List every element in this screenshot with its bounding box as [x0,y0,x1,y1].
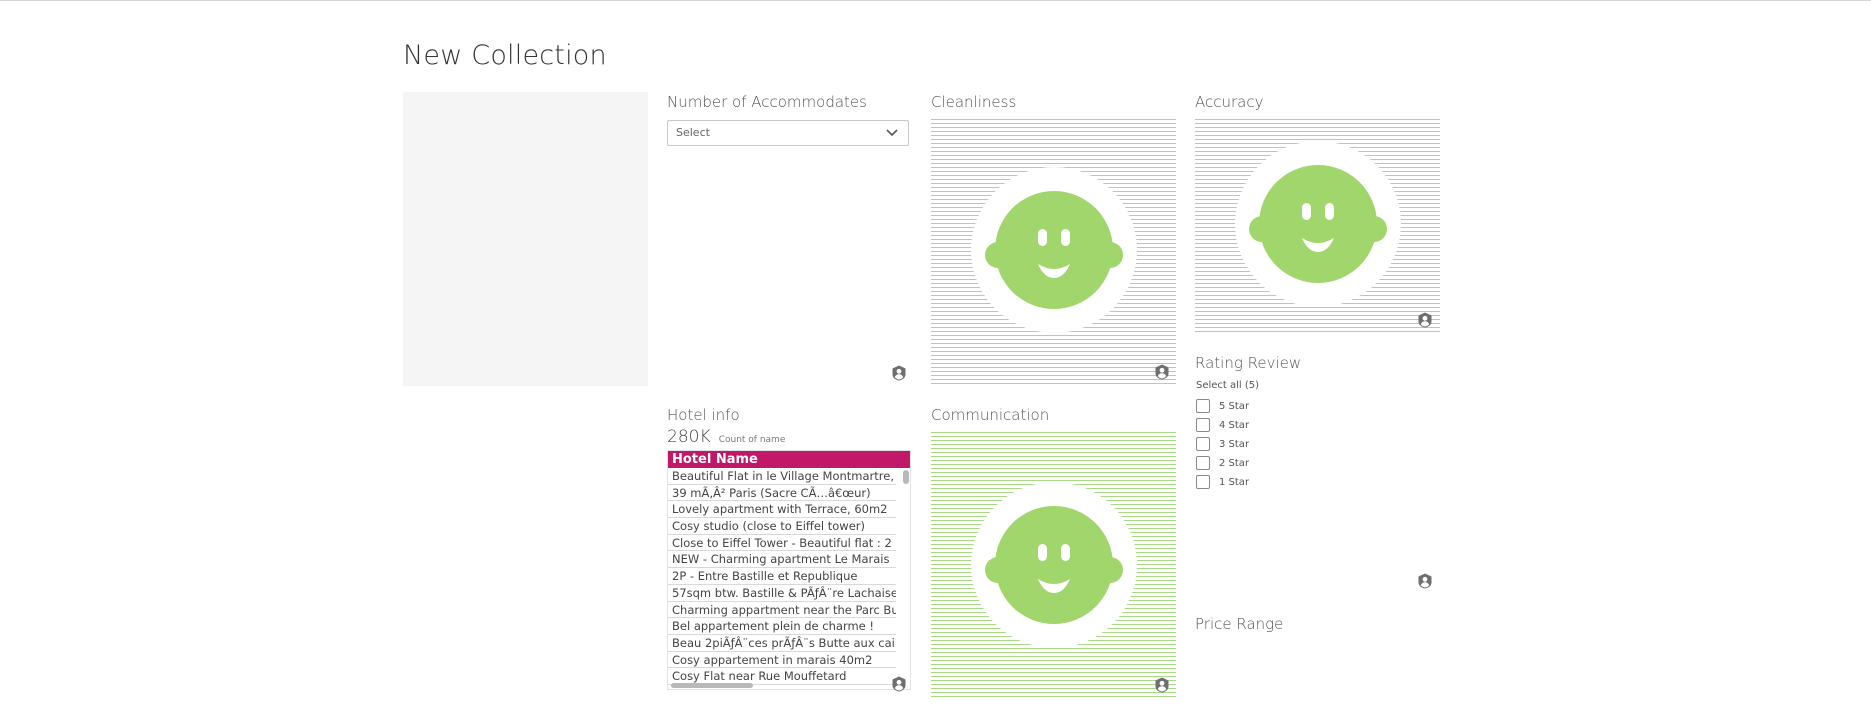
horizontal-scrollbar[interactable] [671,683,753,688]
rating-option-5-star[interactable]: 5 Star [1196,398,1249,414]
cleanliness-title: Cleanliness [931,93,1017,111]
user-shield-icon[interactable] [1417,312,1433,328]
vertical-scrollbar[interactable] [903,470,909,484]
cleanliness-tile: Cleanliness [931,93,1176,385]
table-row[interactable]: Beau 2piÃƒÂ¨ces prÃƒÂ¨s Butte aux caille… [668,635,896,652]
hotel-name-table: Hotel Name Beautiful Flat in le Village … [667,450,911,690]
hotel-count-kpi: 280K Count of name [667,427,785,447]
hotel-info-tile: Hotel info 280K Count of name Hotel Name… [667,406,913,696]
rating-option-label: 2 Star [1219,457,1250,469]
checkbox[interactable] [1196,456,1210,470]
communication-title: Communication [931,406,1050,424]
accommodates-select[interactable]: Select [667,120,909,146]
table-header-hotel-name[interactable]: Hotel Name [668,451,910,468]
table-row[interactable]: Bel appartement plein de charme ! [668,618,896,635]
hotel-info-title: Hotel info [667,406,740,424]
table-row[interactable]: 2P - Entre Bastille et Republique [668,568,896,585]
table-body: Beautiful Flat in le Village Montmartre,… [668,468,910,685]
table-row[interactable]: Cosy studio (close to Eiffel tower) [668,518,896,535]
empty-placeholder-panel [403,92,648,386]
user-shield-icon[interactable] [1154,364,1170,380]
accuracy-title: Accuracy [1195,93,1264,111]
table-row[interactable]: Lovely apartment with Terrace, 60m2 [668,501,896,519]
price-range-title: Price Range [1195,615,1284,633]
table-row[interactable]: Close to Eiffel Tower - Beautiful flat :… [668,535,896,552]
accommodates-tile: Number of Accommodates Select [667,93,913,385]
user-shield-icon[interactable] [891,676,907,692]
kpi-value: 280K [667,427,711,447]
checkbox[interactable] [1196,437,1210,451]
user-shield-icon[interactable] [891,365,907,381]
rating-review-title: Rating Review [1195,354,1302,372]
rating-option-2-star[interactable]: 2 Star [1196,455,1249,471]
rating-option-label: 4 Star [1219,419,1250,431]
page-title: New Collection [403,40,607,71]
select-all-option[interactable]: Select all (5) [1196,380,1259,391]
smiley-face-icon [1235,141,1401,307]
rating-option-label: 3 Star [1219,438,1250,450]
chevron-down-icon [886,129,898,137]
table-row[interactable]: Charming appartment near the Parc Buttes [668,602,896,619]
select-value: Select [676,126,710,139]
smiley-face-icon [971,482,1137,648]
rating-option-4-star[interactable]: 4 Star [1196,417,1249,433]
checkbox[interactable] [1196,399,1210,413]
accuracy-tile: Accuracy [1195,93,1440,334]
table-row[interactable]: 57sqm btw. Bastille & PÃƒÂ¨re Lachaise [668,585,896,602]
user-shield-icon[interactable] [1154,677,1170,693]
user-shield-icon[interactable] [1417,573,1433,589]
kpi-label: Count of name [718,435,786,445]
rating-option-label: 5 Star [1219,400,1250,412]
smiley-face-icon [971,167,1137,333]
table-row[interactable]: 39 mÃ‚Â² Paris (Sacre CÃ…â€œur) [668,485,896,502]
price-range-tile: Price Range [1195,615,1440,705]
communication-tile: Communication [931,406,1176,699]
accommodates-title: Number of Accommodates [667,93,867,111]
checkbox[interactable] [1196,475,1210,489]
rating-option-3-star[interactable]: 3 Star [1196,436,1249,452]
checkbox[interactable] [1196,418,1210,432]
rating-option-label: 1 Star [1219,476,1250,488]
rating-review-tile: Rating Review Select all (5) 5 Star 4 St… [1195,354,1440,594]
top-divider [0,0,1871,1]
table-row[interactable]: Cosy appartement in marais 40m2 [668,652,896,669]
table-row[interactable]: NEW - Charming apartment Le Marais [668,551,896,569]
table-row[interactable]: Beautiful Flat in le Village Montmartre,… [668,468,896,485]
rating-option-1-star[interactable]: 1 Star [1196,474,1249,490]
